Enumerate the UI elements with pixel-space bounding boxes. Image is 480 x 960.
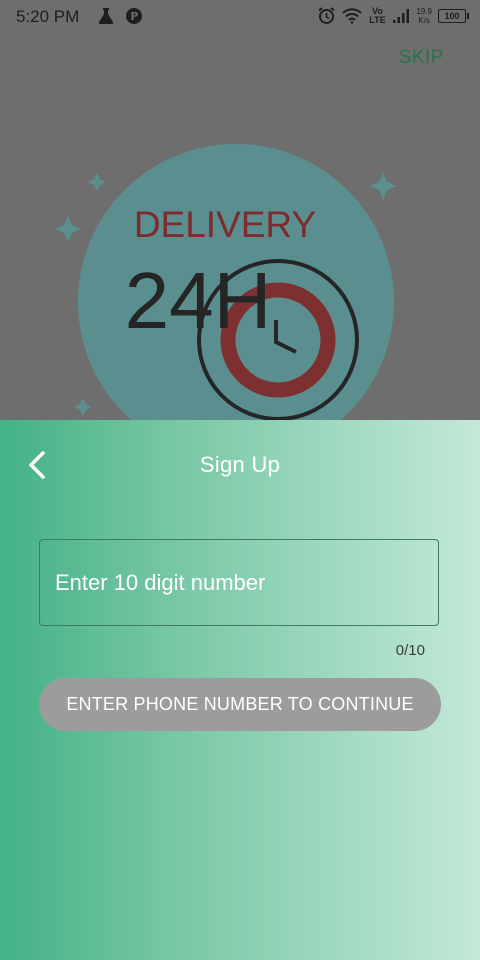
phone-field[interactable] — [39, 539, 439, 626]
delivery-title: DELIVERY — [134, 204, 316, 245]
sparkle-icon — [369, 172, 397, 200]
delivery-24h-text: 24H — [125, 256, 272, 345]
continue-button[interactable]: ENTER PHONE NUMBER TO CONTINUE — [39, 678, 441, 731]
sparkle-icon — [74, 398, 92, 416]
character-counter: 0/10 — [395, 642, 425, 659]
signup-title: Sign Up — [199, 452, 281, 477]
onboarding-background: 5:20 PM Vo LTE 19.9 K/s 100 SKIP DELIVER… — [0, 0, 480, 420]
signup-panel: Sign Up 0/10 ENTER PHONE NUMBER TO CONTI… — [0, 420, 480, 960]
delivery-24h-illustration: DELIVERY 24H — [55, 144, 397, 420]
sparkle-icon — [88, 173, 106, 191]
phone-input[interactable] — [40, 568, 438, 597]
sparkle-icon — [55, 216, 81, 242]
